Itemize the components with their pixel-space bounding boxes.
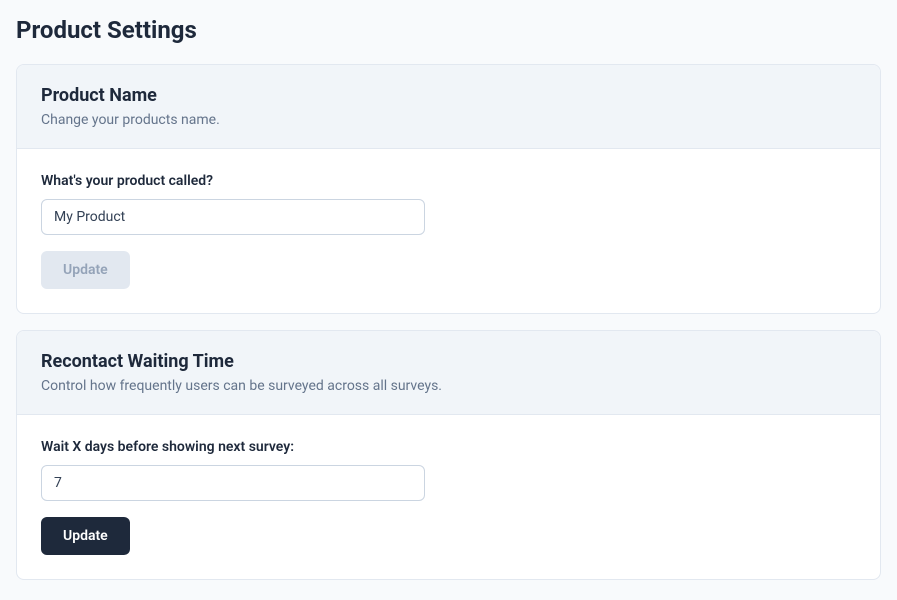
- card-title-recontact: Recontact Waiting Time: [41, 351, 856, 372]
- card-desc-product-name: Change your products name.: [41, 112, 856, 128]
- recontact-label: Wait X days before showing next survey:: [41, 439, 856, 455]
- page-title: Product Settings: [16, 16, 881, 44]
- recontact-card: Recontact Waiting Time Control how frequ…: [16, 330, 881, 580]
- product-name-card: Product Name Change your products name. …: [16, 64, 881, 314]
- product-name-update-button[interactable]: Update: [41, 251, 130, 289]
- card-header-product-name: Product Name Change your products name.: [17, 65, 880, 149]
- card-header-recontact: Recontact Waiting Time Control how frequ…: [17, 331, 880, 415]
- card-desc-recontact: Control how frequently users can be surv…: [41, 378, 856, 394]
- recontact-days-input[interactable]: [41, 465, 425, 501]
- card-body-recontact: Wait X days before showing next survey: …: [17, 415, 880, 579]
- product-name-input[interactable]: [41, 199, 425, 235]
- card-body-product-name: What's your product called? Update: [17, 149, 880, 313]
- product-name-label: What's your product called?: [41, 173, 856, 189]
- card-title-product-name: Product Name: [41, 85, 856, 106]
- recontact-update-button[interactable]: Update: [41, 517, 130, 555]
